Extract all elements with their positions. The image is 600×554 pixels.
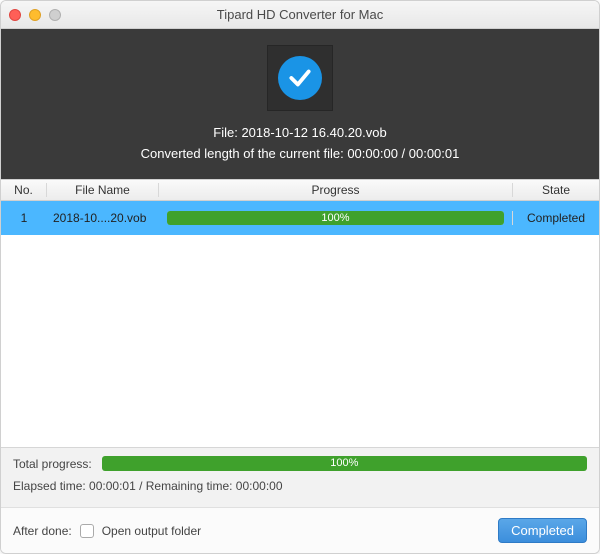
table-row[interactable]: 1 2018-10....20.vob 100% Completed <box>1 201 599 235</box>
open-output-checkbox[interactable] <box>80 524 94 538</box>
after-done-group: After done: Open output folder <box>13 524 201 538</box>
current-file-line: File: 2018-10-12 16.40.20.vob <box>1 125 599 140</box>
cell-file-name: 2018-10....20.vob <box>47 211 159 225</box>
table-body: 1 2018-10....20.vob 100% Completed <box>1 201 599 447</box>
row-progress-label: 100% <box>167 211 504 225</box>
status-header: File: 2018-10-12 16.40.20.vob Converted … <box>1 29 599 179</box>
titlebar[interactable]: Tipard HD Converter for Mac <box>1 1 599 29</box>
total-progress-bar: 100% <box>102 456 587 471</box>
converted-length-line: Converted length of the current file: 00… <box>1 146 599 161</box>
file-name: 2018-10-12 16.40.20.vob <box>241 125 386 140</box>
open-output-label: Open output folder <box>102 524 201 538</box>
checkmark-icon <box>278 56 322 100</box>
completed-button[interactable]: Completed <box>498 518 587 543</box>
window-title: Tipard HD Converter for Mac <box>1 7 599 22</box>
cell-progress: 100% <box>159 211 513 225</box>
total-progress-row: Total progress: 100% <box>13 456 587 471</box>
cell-no: 1 <box>1 211 47 225</box>
cell-state: Completed <box>513 211 599 225</box>
total-progress-pct: 100% <box>102 456 587 471</box>
col-no: No. <box>1 183 47 197</box>
after-done-label: After done: <box>13 524 72 538</box>
col-state: State <box>513 183 599 197</box>
footer: Total progress: 100% Elapsed time: 00:00… <box>1 447 599 507</box>
row-progress-bar: 100% <box>167 211 504 225</box>
elapsed-remaining: Elapsed time: 00:00:01 / Remaining time:… <box>13 479 587 493</box>
col-file-name: File Name <box>47 183 159 197</box>
bottom-bar: After done: Open output folder Completed <box>1 507 599 553</box>
col-progress: Progress <box>159 183 513 197</box>
file-label-prefix: File: <box>213 125 241 140</box>
success-badge <box>267 45 333 111</box>
table-header: No. File Name Progress State <box>1 179 599 201</box>
app-window: Tipard HD Converter for Mac File: 2018-1… <box>0 0 600 554</box>
total-progress-label: Total progress: <box>13 457 92 471</box>
